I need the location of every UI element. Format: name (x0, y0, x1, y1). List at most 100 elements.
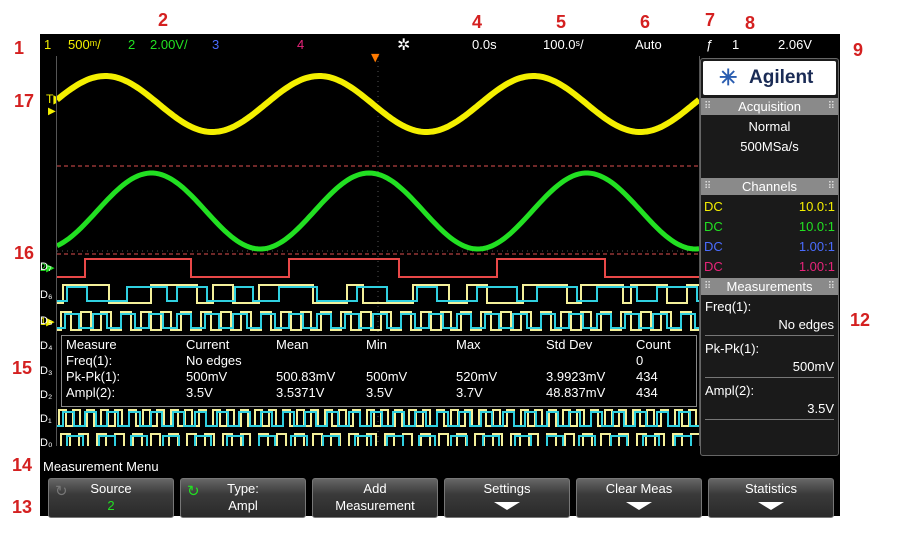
meas-row-label: Pk-Pk(1): (66, 369, 121, 384)
measurement-statistics-table: Measure Current Mean Min Max Std Dev Count Freq… (61, 335, 697, 407)
ch1-number[interactable]: 1 (44, 37, 51, 52)
measurement-divider (705, 419, 834, 420)
trigger-mode[interactable]: Auto (635, 37, 662, 52)
callout-13: 13 (12, 497, 33, 517)
channel-probe-ratio[interactable]: 1.00:1 (799, 259, 835, 274)
measurement-label: Pk-Pk(1): (705, 341, 760, 356)
softkey-value: 2 (107, 498, 115, 513)
run-status-icon: ✲ (397, 37, 411, 54)
ch4-number[interactable]: 4 (297, 37, 304, 52)
clear-meas-softkey[interactable]: Clear Meas (576, 478, 702, 518)
softkey-label: Statistics (744, 481, 797, 496)
oscilloscope-display: 1 500ᵐ/ 2 2.00V/ 3 4 ✲ 0.0s 100.0ˢ/ Auto… (40, 34, 840, 518)
meas-col-header: Mean (276, 337, 309, 352)
waveform-area[interactable]: ▼ Measure Current Mean Min Max Std Dev Count Fr… (56, 51, 700, 446)
callout-12: 12 (850, 310, 871, 330)
softkey-value: Ampl (228, 498, 258, 513)
channel-coupling[interactable]: DC (704, 219, 723, 234)
statistics-softkey[interactable]: Statistics (708, 478, 834, 518)
meas-cell: 3.9923mV (546, 369, 606, 384)
trigger-delay[interactable]: 0.0s (472, 37, 497, 52)
callout-9: 9 (853, 40, 864, 60)
ch2-number[interactable]: 2 (128, 37, 135, 52)
callout-14-menu: 14 (12, 455, 33, 475)
meas-row-label: Freq(1): (66, 353, 113, 368)
softkey-label: Type: (227, 481, 259, 496)
callout-2: 2 (158, 10, 169, 30)
callout-8: 8 (745, 13, 756, 33)
channel-coupling[interactable]: DC (704, 239, 723, 254)
meas-cell: 0 (636, 353, 644, 368)
callout-17: 17 (14, 91, 35, 111)
timebase-scale[interactable]: 100.0ˢ/ (543, 37, 584, 52)
softkey-bar: Measurement Menu Source 2 ↻ Type: Ampl ↻ Add Me… (40, 458, 840, 518)
digital-d0-trace (60, 433, 699, 446)
digital-label-d3[interactable]: D₃ (40, 365, 52, 377)
meas-cell: 500.83mV (276, 369, 336, 384)
submenu-arrow-icon (626, 502, 652, 510)
ch2-scale[interactable]: 2.00V/ (150, 37, 188, 52)
digital-label-d5[interactable]: D₅ (40, 315, 52, 327)
meas-cell: 48.837mV (546, 385, 606, 400)
measurement-value: 3.5V (807, 401, 834, 416)
digital-d6b-trace (57, 286, 699, 302)
trigger-level[interactable]: 2.06V (778, 37, 812, 52)
status-bar: 1 500ᵐ/ 2 2.00V/ 3 4 ✲ 0.0s 100.0ˢ/ Auto… (40, 34, 840, 56)
add-measurement-softkey[interactable]: Add Measurement (312, 478, 438, 518)
channel-coupling[interactable]: DC (704, 199, 723, 214)
channel-coupling[interactable]: DC (704, 259, 723, 274)
measurements-header[interactable]: Measurements (701, 278, 838, 295)
acquisition-mode: Normal (748, 119, 791, 134)
trigger-position-icon[interactable]: ▼ (371, 51, 379, 64)
callout-16: 16 (14, 243, 35, 263)
type-softkey[interactable]: Type: Ampl ↻ (180, 478, 306, 518)
ch1-scale[interactable]: 500ᵐ/ (68, 37, 101, 52)
measurement-divider (705, 335, 834, 336)
channels-header[interactable]: Channels (701, 178, 838, 195)
side-panel: ✳ Agilent Acquisition Normal 500MSa/s Ch… (700, 58, 839, 456)
trigger-slope-icon: ƒ (706, 37, 714, 52)
brand-logo: ✳ Agilent (703, 61, 836, 95)
softkey-label: Clear Meas (605, 481, 673, 496)
meas-cell: 3.5V (186, 385, 213, 400)
meas-cell: 500mV (366, 369, 408, 384)
measurement-label: Freq(1): (705, 299, 752, 314)
meas-cell: 434 (636, 385, 658, 400)
digital-label-d0[interactable]: D₀ (40, 437, 53, 449)
source-softkey[interactable]: Source 2 ↻ (48, 478, 174, 518)
channel-probe-ratio[interactable]: 10.0:1 (799, 219, 835, 234)
acquisition-rate: 500MSa/s (740, 139, 799, 154)
softkey-value: Measurement (335, 498, 415, 513)
callout-15: 15 (12, 358, 33, 378)
digital-label-d4[interactable]: D₄ (40, 340, 52, 352)
ch1-ground-marker-icon[interactable]: ▶ (48, 106, 56, 117)
softkey-label: Source (90, 481, 132, 496)
softkey-label: Add (363, 481, 387, 496)
ch3-number[interactable]: 3 (212, 37, 219, 52)
submenu-arrow-icon (494, 502, 520, 510)
meas-col-header: Std Dev (546, 337, 593, 352)
digital-label-d6[interactable]: D₆ (40, 289, 52, 301)
callout-4: 4 (472, 12, 483, 32)
meas-col-header: Current (186, 337, 230, 352)
softkey-label: Settings (483, 481, 531, 496)
digital-label-d1[interactable]: D₁ (40, 413, 52, 425)
menu-title: Measurement Menu (43, 459, 159, 474)
brand-name: Agilent (749, 67, 814, 88)
measurement-value: No edges (778, 317, 834, 332)
channel-probe-ratio[interactable]: 10.0:1 (799, 199, 835, 214)
meas-row-label: Ampl(2): (66, 385, 116, 400)
acquisition-header[interactable]: Acquisition (701, 98, 838, 115)
channel-probe-ratio[interactable]: 1.00:1 (799, 239, 835, 254)
meas-col-header: Min (366, 337, 387, 352)
entry-knob-icon: ↻ (187, 483, 200, 500)
settings-softkey[interactable]: Settings (444, 478, 570, 518)
ch1-waveform (57, 73, 699, 135)
digital-label-d2[interactable]: D₂ (40, 389, 52, 401)
submenu-arrow-icon (758, 502, 784, 510)
trigger-source[interactable]: 1 (732, 37, 739, 52)
entry-knob-icon: ↻ (55, 483, 68, 500)
digital-label-d7[interactable]: D₇ (40, 261, 52, 273)
measurement-value: 500mV (792, 359, 834, 374)
callout-6: 6 (640, 12, 651, 32)
